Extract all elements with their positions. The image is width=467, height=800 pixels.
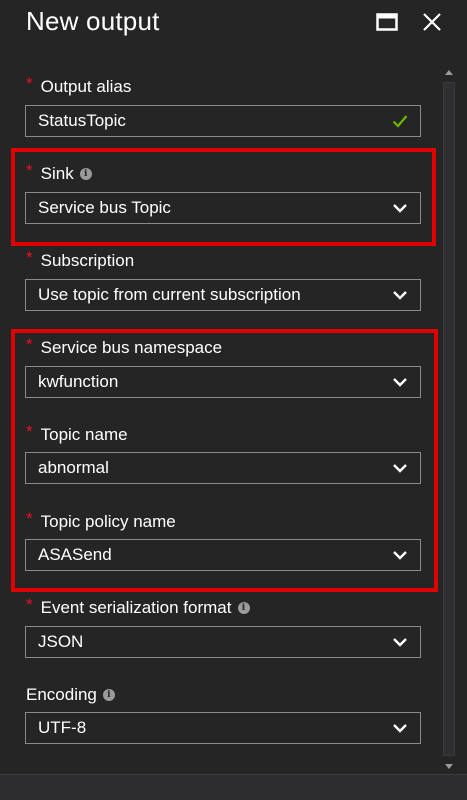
scrollbar-thumb[interactable]	[443, 82, 455, 756]
topic-policy-label-text: Topic policy name	[40, 512, 176, 531]
sink-value: Service bus Topic	[38, 198, 171, 217]
info-icon[interactable]: i	[102, 689, 115, 701]
chevron-down-icon	[390, 718, 410, 738]
topic-name-label-text: Topic name	[40, 425, 128, 444]
subscription-label: * Subscription	[26, 248, 135, 272]
required-mark: *	[26, 74, 33, 93]
output-alias-input[interactable]: StatusTopic	[25, 105, 421, 137]
checkmark-icon	[390, 111, 410, 131]
encoding-label-text: Encoding	[26, 685, 97, 704]
chevron-down-icon	[390, 632, 410, 652]
chevron-down-icon	[390, 372, 410, 392]
required-mark: *	[26, 248, 33, 267]
serialization-label: * Event serialization format i	[26, 595, 250, 619]
scroll-up-arrow-icon[interactable]	[443, 66, 455, 78]
serialization-label-text: Event serialization format	[40, 598, 232, 617]
subscription-value: Use topic from current subscription	[38, 285, 301, 304]
chevron-down-icon	[390, 285, 410, 305]
namespace-label-text: Service bus namespace	[40, 338, 223, 357]
sink-label: * Sink i	[26, 161, 92, 185]
output-alias-label: * Output alias	[26, 74, 132, 98]
info-icon[interactable]: i	[79, 168, 92, 180]
required-mark: *	[26, 509, 33, 528]
namespace-value: kwfunction	[38, 372, 119, 391]
encoding-label: Encoding i	[26, 684, 115, 706]
topic-policy-value: ASASend	[38, 545, 112, 564]
maximize-icon	[376, 13, 398, 31]
required-mark: *	[26, 595, 33, 614]
serialization-dropdown[interactable]: JSON	[25, 626, 421, 658]
encoding-dropdown[interactable]: UTF-8	[25, 712, 421, 744]
output-alias-label-text: Output alias	[40, 77, 132, 96]
serialization-value: JSON	[38, 632, 84, 651]
subscription-dropdown[interactable]: Use topic from current subscription	[25, 279, 421, 311]
sink-label-text: Sink	[40, 164, 74, 183]
info-icon[interactable]: i	[237, 602, 250, 614]
chevron-down-icon	[390, 458, 410, 478]
output-alias-value: StatusTopic	[38, 111, 126, 130]
topic-name-label: * Topic name	[26, 422, 128, 446]
maximize-button[interactable]	[373, 8, 401, 36]
chevron-down-icon	[390, 545, 410, 565]
scroll-down-arrow-icon[interactable]	[443, 760, 455, 772]
required-mark: *	[26, 161, 33, 180]
sink-dropdown[interactable]: Service bus Topic	[25, 192, 421, 224]
topic-policy-dropdown[interactable]: ASASend	[25, 539, 421, 571]
subscription-label-text: Subscription	[40, 251, 135, 270]
topic-name-value: abnormal	[38, 458, 109, 477]
namespace-dropdown[interactable]: kwfunction	[25, 366, 421, 398]
topic-name-dropdown[interactable]: abnormal	[25, 452, 421, 484]
close-icon	[423, 13, 441, 31]
close-button[interactable]	[418, 8, 446, 36]
required-mark: *	[26, 422, 33, 441]
namespace-label: * Service bus namespace	[26, 335, 223, 359]
chevron-down-icon	[390, 198, 410, 218]
page-title: New output	[26, 6, 160, 36]
blade-header: New output	[0, 0, 467, 44]
form-panel	[0, 44, 467, 774]
encoding-value: UTF-8	[38, 718, 87, 737]
bottom-bar	[0, 774, 467, 800]
topic-policy-label: * Topic policy name	[26, 509, 176, 533]
required-mark: *	[26, 335, 33, 354]
